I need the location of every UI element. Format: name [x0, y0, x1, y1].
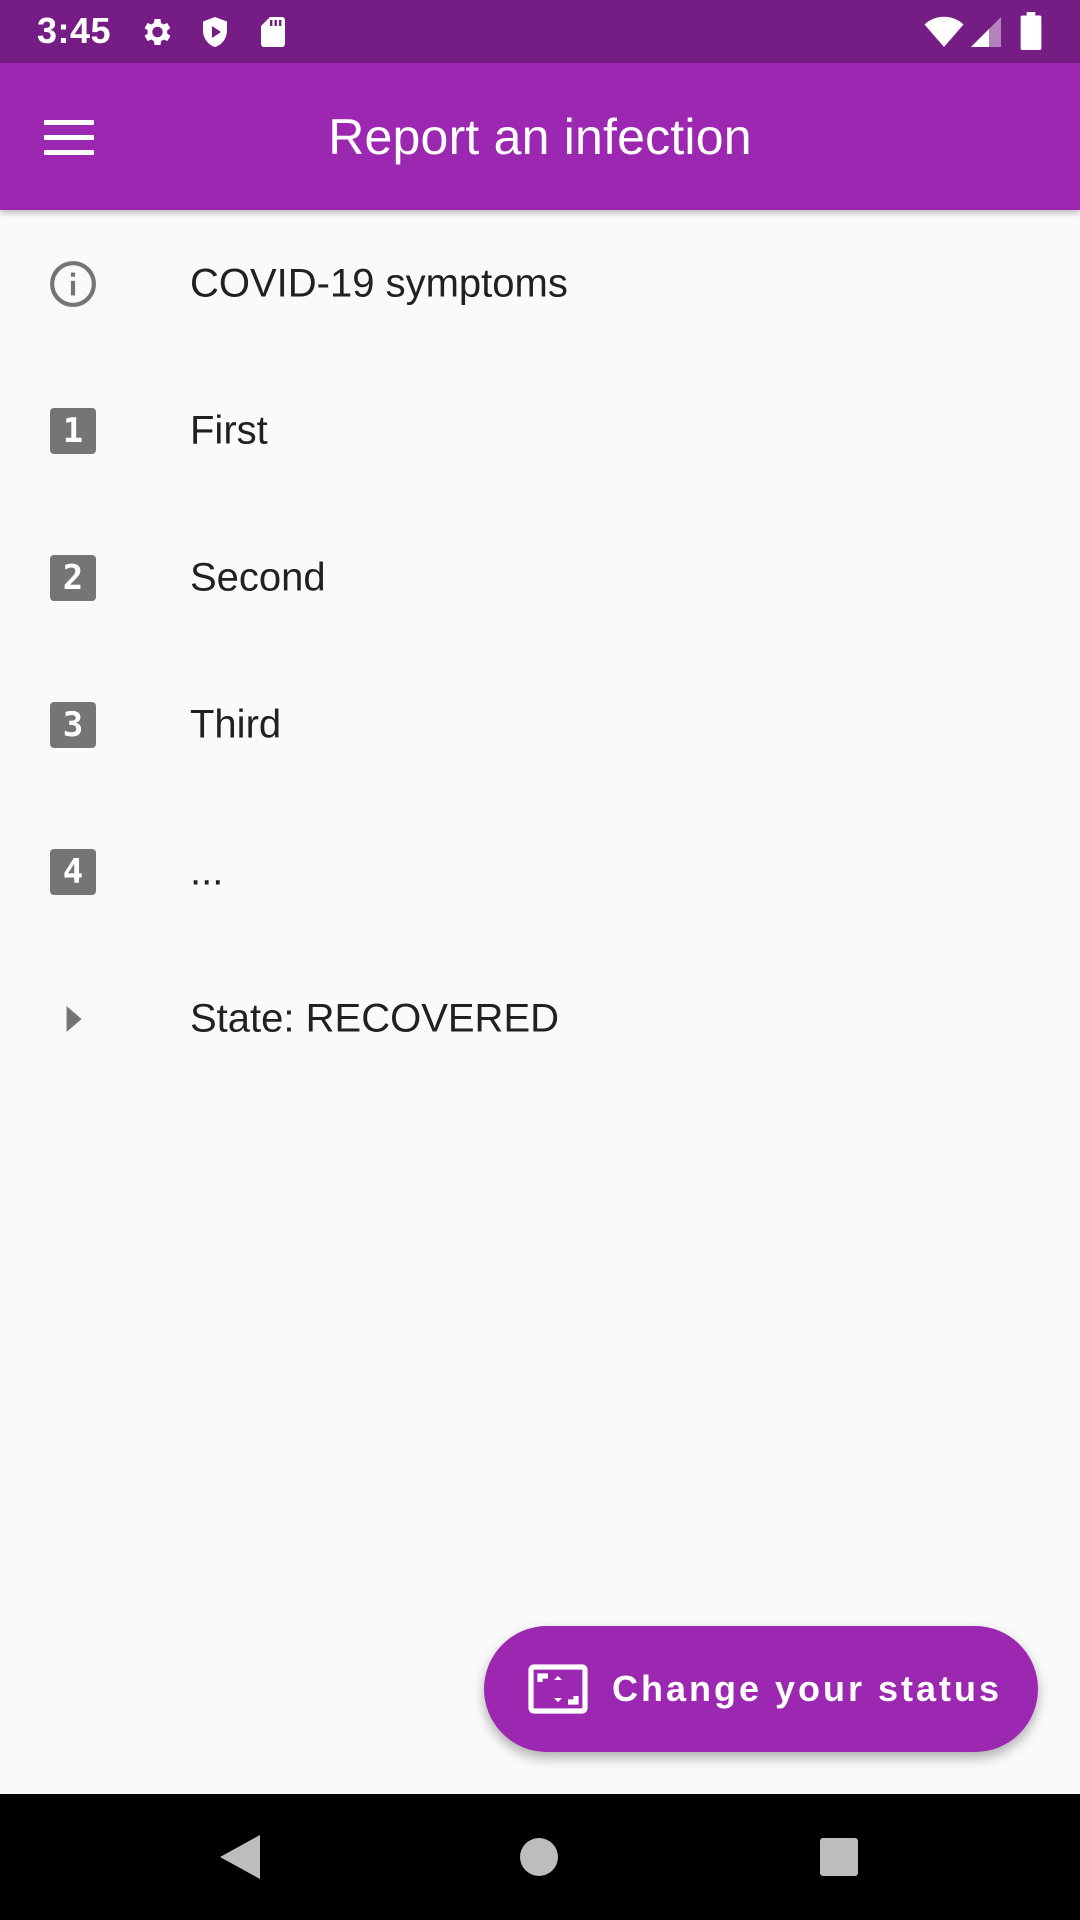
list-item-covid-symptoms[interactable]: COVID-19 symptoms	[0, 210, 1080, 357]
list-item-state[interactable]: State: RECOVERED	[0, 945, 1080, 1092]
aspect-ratio-icon	[528, 1664, 588, 1714]
list-item-label: Third	[190, 702, 282, 746]
badge-number: 1	[50, 407, 96, 454]
report-list: COVID-19 symptoms 1 First 2 Second 3 Thi…	[0, 210, 1080, 1092]
home-icon[interactable]	[518, 1836, 560, 1878]
list-item-more[interactable]: 4 ...	[0, 798, 1080, 945]
info-icon	[48, 259, 98, 309]
system-nav-bar	[0, 1794, 1080, 1920]
page-title: Report an infection	[328, 109, 752, 165]
number-1-icon: 1	[48, 406, 98, 456]
list-item-label: COVID-19 symptoms	[190, 261, 568, 305]
signal-icon	[971, 17, 1001, 47]
recents-icon[interactable]	[818, 1836, 860, 1878]
battery-icon	[1020, 12, 1042, 50]
list-item-first[interactable]: 1 First	[0, 357, 1080, 504]
shield-icon	[203, 17, 227, 47]
screen: 3:45 Report an infection COVID-19 sympto…	[0, 0, 1080, 1920]
app-bar: Report an infection	[0, 63, 1080, 210]
list-item-label: ...	[190, 849, 224, 893]
list-item-third[interactable]: 3 Third	[0, 651, 1080, 798]
change-status-label: Change your status	[612, 1668, 1003, 1709]
list-item-label: State: RECOVERED	[190, 996, 560, 1040]
number-3-icon: 3	[48, 700, 98, 750]
change-status-button[interactable]: Change your status	[484, 1626, 1038, 1752]
list-item-label: First	[190, 408, 268, 452]
settings-icon	[144, 18, 171, 46]
wifi-icon	[924, 16, 964, 47]
status-time: 3:45	[37, 10, 112, 51]
arrow-right-icon	[48, 994, 98, 1044]
list-item-second[interactable]: 2 Second	[0, 504, 1080, 651]
number-4-icon: 4	[48, 847, 98, 897]
badge-number: 2	[50, 554, 96, 601]
badge-number: 3	[50, 701, 96, 748]
list-item-label: Second	[190, 555, 326, 599]
number-2-icon: 2	[48, 553, 98, 603]
sd-card-icon	[261, 17, 285, 47]
status-bar: 3:45	[0, 0, 1080, 63]
badge-number: 4	[50, 848, 96, 895]
back-icon[interactable]	[216, 1832, 262, 1882]
